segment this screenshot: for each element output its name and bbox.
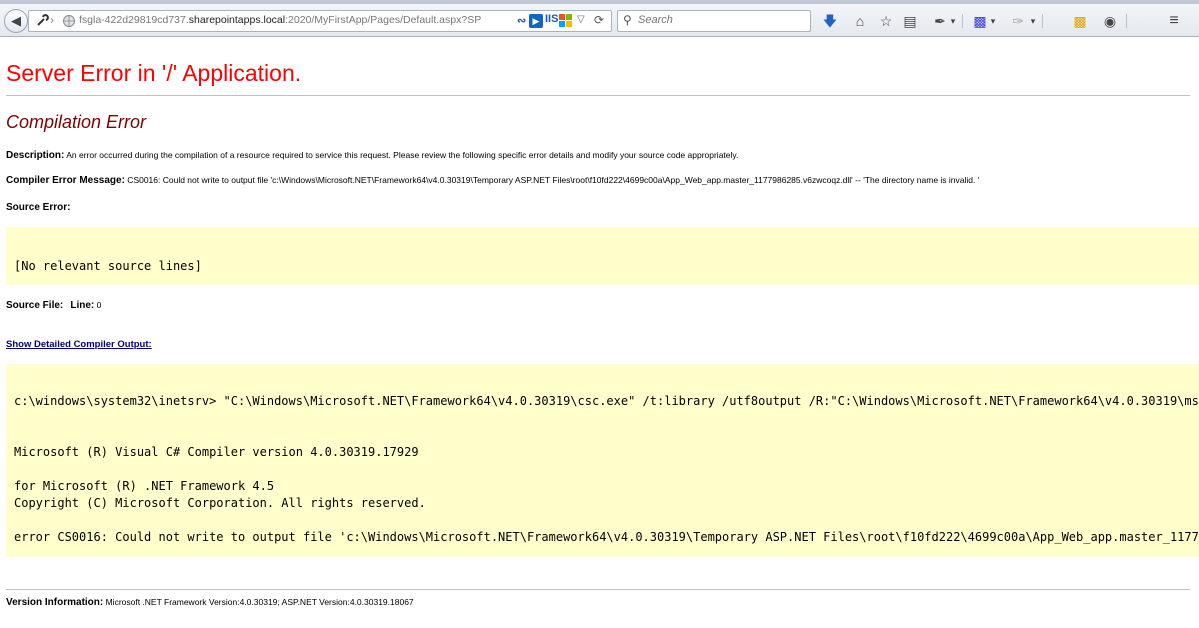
search-box[interactable]: ⚲ <box>617 10 811 32</box>
compiler-output-line: Microsoft (R) Visual C# Compiler version… <box>14 445 419 459</box>
description-line: Description: An error occurred during th… <box>6 150 738 161</box>
hyperlink-extension-icon[interactable]: ▶ <box>529 14 543 28</box>
compiler-output-line: c:\windows\system32\inetsrv> "C:\Windows… <box>14 394 1199 408</box>
eyedropper-dropdown-icon[interactable]: ▾ <box>948 13 958 29</box>
spellcheck-dropdown-icon[interactable]: ▾ <box>988 13 998 29</box>
source-error-box: [No relevant source lines] <box>6 227 1199 285</box>
compiler-output-line: Copyright (C) Microsoft Corporation. All… <box>14 496 426 510</box>
toolbar-separator <box>962 14 963 28</box>
line-value: 0 <box>94 300 102 310</box>
search-icon: ⚲ <box>623 13 632 27</box>
forward-arrow-icon[interactable]: › <box>50 13 54 27</box>
error-subtitle: Compilation Error <box>6 112 147 132</box>
eyedropper-icon[interactable]: ✒ <box>932 13 948 29</box>
url-dropdown-icon[interactable]: ▽ <box>577 14 585 25</box>
toolbar-separator <box>1042 14 1043 28</box>
windows-logo-icon[interactable] <box>559 14 573 28</box>
spellcheck-icon[interactable]: ▩ <box>972 13 988 29</box>
line-label: Line: <box>70 300 95 311</box>
page-title: Server Error in '/' Application. <box>6 60 302 86</box>
version-info-text: Microsoft .NET Framework Version:4.0.303… <box>103 597 414 607</box>
url-text[interactable]: fsgla-422d29819cd737.sharepointapps.loca… <box>79 14 481 26</box>
compiler-error-line: Compiler Error Message: CS0016: Could no… <box>6 175 979 186</box>
site-identity-icon[interactable] <box>35 14 49 28</box>
tools-icon[interactable]: ✑ <box>1010 13 1026 29</box>
url-bar[interactable]: › fsgla-422d29819cd737.sharepointapps.lo… <box>28 10 612 32</box>
home-icon[interactable]: ⌂ <box>852 13 868 29</box>
source-error-line: Source Error: <box>6 202 70 213</box>
search-input[interactable] <box>638 12 806 28</box>
globe-icon <box>63 15 75 27</box>
description-text: An error occurred during the compilation… <box>64 150 739 160</box>
compiler-output-line: for Microsoft (R) .NET Framework 4.5 <box>14 479 275 493</box>
page-content: Server Error in '/' Application. Compila… <box>0 37 1199 628</box>
chat-icon[interactable]: ◉ <box>1102 13 1118 29</box>
reading-list-icon[interactable]: ▤ <box>902 13 918 29</box>
browser-toolbar: ◀ › fsgla-422d29819cd737.sharepointapps.… <box>0 4 1199 37</box>
description-label: Description: <box>6 150 65 161</box>
title-divider <box>6 95 1190 96</box>
compiler-error-text: CS0016: Could not write to output file '… <box>124 175 980 185</box>
download-icon[interactable]: 🡇 <box>822 13 838 29</box>
back-button[interactable]: ◀ <box>4 9 28 33</box>
toolbar-separator <box>1126 14 1127 28</box>
back-arrow-icon: ◀ <box>11 13 21 28</box>
iis-extension-icon[interactable]: IIS <box>545 13 558 25</box>
source-file-line: Source File: Line: 0 <box>6 300 101 311</box>
version-info-label: Version Information: <box>6 597 104 608</box>
source-error-code: [No relevant source lines] <box>14 259 202 273</box>
tools-dropdown-icon[interactable]: ▾ <box>1028 13 1038 29</box>
footer-divider <box>6 589 1190 590</box>
bookmark-star-icon[interactable]: ☆ <box>878 13 894 29</box>
show-detailed-compiler-output-link[interactable]: Show Detailed Compiler Output: <box>6 339 152 350</box>
compiler-output-line: error CS0016: Could not write to output … <box>14 530 1199 544</box>
tilde-extension-icon[interactable]: ∾ <box>517 14 526 27</box>
source-file-label: Source File: <box>6 300 64 311</box>
url-host: sharepointapps.local <box>188 14 286 26</box>
version-info-line: Version Information: Microsoft .NET Fram… <box>6 597 414 608</box>
compiler-output-box: c:\windows\system32\inetsrv> "C:\Windows… <box>6 364 1199 557</box>
notes-icon[interactable]: ▩ <box>1072 13 1088 29</box>
compiler-error-label: Compiler Error Message: <box>6 175 125 186</box>
menu-icon[interactable]: ≡ <box>1166 13 1182 29</box>
reload-icon[interactable]: ⟳ <box>594 13 604 27</box>
source-error-label: Source Error: <box>6 202 71 213</box>
